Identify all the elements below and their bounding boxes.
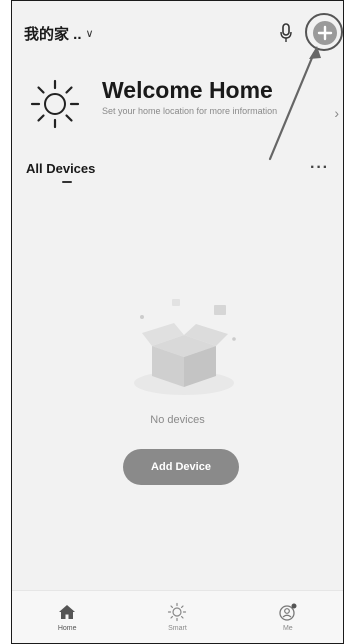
home-selector[interactable]: 我的家 .. ∨: [24, 23, 94, 44]
add-device-button[interactable]: Add Device: [123, 449, 239, 485]
welcome-title: Welcome Home: [102, 77, 273, 103]
microphone-icon[interactable]: [279, 23, 293, 43]
tab-label: Me: [282, 625, 293, 632]
welcome-subtitle: Set your home location for more informat…: [102, 106, 278, 116]
empty-state-text: No devices: [150, 414, 205, 426]
chevron-down-icon: ∨: [85, 28, 94, 40]
tab-label: Home: [57, 625, 77, 632]
home-name: 我的家 ..: [24, 26, 82, 43]
tab-label: Smart: [168, 625, 187, 632]
tab-home[interactable]: Home: [32, 602, 102, 632]
plus-circle-icon: [317, 25, 333, 41]
add-button[interactable]: [313, 21, 337, 45]
tab-indicator: [62, 181, 72, 183]
app-screen: 我的家 .. ∨ Welcome Home Set your home loca…: [11, 0, 344, 644]
empty-box-illustration: [134, 299, 236, 395]
home-icon: [59, 605, 76, 619]
welcome-card[interactable]: Welcome Home Set your home location for …: [12, 69, 343, 149]
chevron-right-icon: ›: [334, 105, 339, 121]
more-icon[interactable]: ···: [310, 159, 329, 177]
tab-me[interactable]: Me: [253, 602, 323, 632]
profile-icon: [279, 603, 297, 621]
sun-outline-icon: [168, 602, 187, 622]
bottom-tab-bar: Home Smart Me: [12, 590, 343, 643]
top-bar: 我的家 .. ∨: [12, 1, 343, 65]
all-devices-tab[interactable]: All Devices: [26, 161, 95, 176]
tab-smart[interactable]: Smart: [142, 602, 212, 632]
sun-icon: [30, 79, 80, 129]
